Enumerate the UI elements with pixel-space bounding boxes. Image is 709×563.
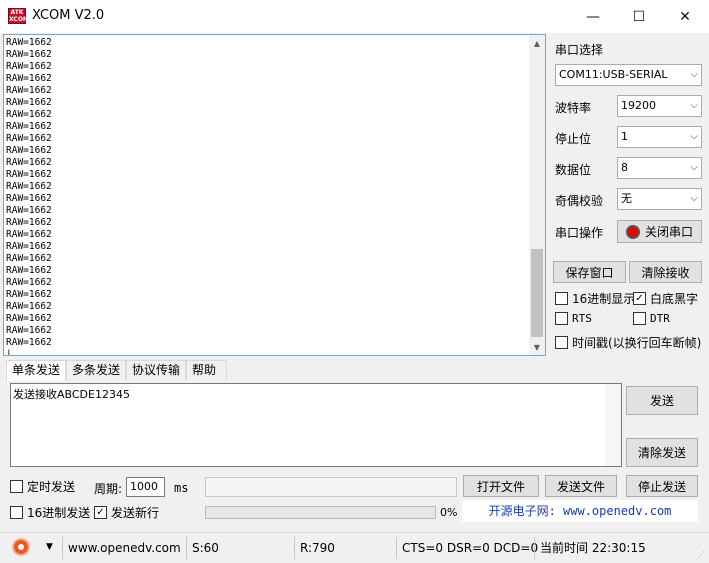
close-window-button[interactable]: ✕: [662, 0, 708, 33]
checkbox-box[interactable]: [10, 506, 23, 519]
rts-label: RTS: [572, 312, 592, 325]
scroll-up-arrow-icon[interactable]: ▲: [529, 35, 545, 51]
resize-grip-icon[interactable]: ⋰: [697, 550, 705, 559]
title-bar: ATK XCOM XCOM V2.0 — ☐ ✕: [0, 0, 709, 33]
hex-display-label: 16进制显示: [572, 292, 636, 306]
tab-protocol[interactable]: 协议传输: [126, 360, 187, 380]
send-newline-label: 发送新行: [111, 506, 160, 520]
status-modem-lines: CTS=0 DSR=0 DCD=0: [396, 537, 538, 559]
send-tabs: 单条发送 多条发送 协议传输 帮助: [6, 360, 228, 381]
stop-send-button[interactable]: 停止发送: [626, 475, 698, 497]
status-website[interactable]: www.openedv.com: [62, 537, 181, 559]
period-input[interactable]: 1000: [126, 477, 165, 497]
checkbox-box[interactable]: [633, 312, 646, 325]
checkbox-box[interactable]: [555, 292, 568, 305]
send-progress-bar: [205, 506, 436, 519]
clear-receive-button[interactable]: 清除接收: [629, 261, 702, 283]
checkmark-icon[interactable]: ✓: [633, 292, 646, 305]
checkbox-box[interactable]: [555, 312, 568, 325]
stop-bits-label: 停止位: [555, 132, 592, 146]
send-scrollbar[interactable]: [605, 384, 621, 466]
timed-send-checkbox[interactable]: 定时发送: [10, 478, 75, 495]
website-banner[interactable]: 开源电子网: www.openedv.com: [462, 500, 698, 522]
hex-display-checkbox[interactable]: 16进制显示: [555, 290, 635, 307]
red-indicator-icon: [625, 224, 640, 239]
save-window-button[interactable]: 保存窗口: [553, 261, 626, 283]
scroll-down-arrow-icon[interactable]: ▼: [529, 339, 545, 355]
maximize-button[interactable]: ☐: [616, 0, 662, 33]
timestamp-label: 时间戳(以换行回车断帧): [572, 336, 702, 350]
receive-text-area[interactable]: RAW=1662 RAW=1662 RAW=1662 RAW=1662 RAW=…: [3, 34, 546, 356]
scrollbar-thumb[interactable]: [531, 249, 543, 337]
rts-checkbox[interactable]: RTS: [555, 312, 592, 325]
status-received-count: R:790: [294, 537, 335, 559]
send-text-area[interactable]: 发送接收ABCDE12345: [10, 383, 622, 467]
checkmark-icon[interactable]: ✓: [94, 506, 107, 519]
port-operation-label: 串口操作: [555, 226, 604, 240]
tab-multi-send[interactable]: 多条发送: [66, 360, 127, 380]
chevron-down-icon: ⌵: [690, 193, 698, 204]
baud-rate-value: 19200: [621, 99, 656, 112]
chevron-down-icon: ⌵: [690, 162, 698, 173]
status-current-time: 当前时间 22:30:15: [534, 537, 646, 559]
dtr-label: DTR: [650, 312, 670, 325]
chevron-down-icon: ⌵: [690, 69, 698, 80]
white-bg-label: 白底黑字: [650, 292, 699, 306]
status-bar: ▼ www.openedv.com S:60 R:790 CTS=0 DSR=0…: [0, 532, 709, 563]
hex-send-checkbox[interactable]: 16进制发送: [10, 504, 90, 521]
data-bits-select[interactable]: 8 ⌵: [617, 157, 702, 179]
parity-select[interactable]: 无 ⌵: [617, 188, 702, 210]
chevron-down-icon: ⌵: [690, 100, 698, 111]
port-select-label: 串口选择: [555, 43, 604, 57]
port-select-value: COM11:USB-SERIAL: [559, 68, 668, 81]
send-text: 发送接收ABCDE12345: [13, 388, 130, 401]
receive-text: RAW=1662 RAW=1662 RAW=1662 RAW=1662 RAW=…: [6, 37, 52, 356]
dtr-checkbox[interactable]: DTR: [633, 312, 670, 325]
tab-single-send[interactable]: 单条发送: [6, 360, 67, 381]
timestamp-checkbox[interactable]: 时间戳(以换行回车断帧): [555, 334, 701, 351]
data-bits-value: 8: [621, 161, 628, 174]
checkbox-box[interactable]: [10, 480, 23, 493]
close-port-label: 关闭串口: [644, 225, 693, 239]
checkbox-box[interactable]: [555, 336, 568, 349]
send-button[interactable]: 发送: [626, 386, 698, 415]
file-path-input[interactable]: [205, 477, 457, 497]
chevron-down-icon[interactable]: ▼: [46, 542, 53, 552]
window-title: XCOM V2.0: [32, 8, 105, 23]
stop-bits-value: 1: [621, 130, 628, 143]
timed-send-label: 定时发送: [27, 480, 76, 494]
parity-label: 奇偶校验: [555, 194, 604, 208]
data-bits-label: 数据位: [555, 163, 592, 177]
minimize-button[interactable]: —: [570, 0, 616, 33]
period-unit-label: ms: [174, 481, 189, 495]
baud-rate-label: 波特率: [555, 101, 592, 115]
open-file-button[interactable]: 打开文件: [463, 475, 539, 497]
send-file-button[interactable]: 发送文件: [545, 475, 617, 497]
send-newline-checkbox[interactable]: ✓ 发送新行: [94, 504, 159, 521]
status-sent-count: S:60: [186, 537, 219, 559]
stop-bits-select[interactable]: 1 ⌵: [617, 126, 702, 148]
close-port-button[interactable]: 关闭串口: [617, 220, 702, 243]
baud-rate-select[interactable]: 19200 ⌵: [617, 95, 702, 117]
port-select[interactable]: COM11:USB-SERIAL ⌵: [555, 64, 702, 86]
period-label: 周期:: [94, 482, 123, 496]
clear-send-button[interactable]: 清除发送: [626, 438, 698, 467]
chevron-down-icon: ⌵: [690, 131, 698, 142]
record-icon[interactable]: [12, 538, 30, 556]
tab-help[interactable]: 帮助: [186, 360, 228, 380]
receive-scrollbar[interactable]: ▲ ▼: [529, 35, 545, 355]
hex-send-label: 16进制发送: [27, 506, 91, 520]
white-bg-checkbox[interactable]: ✓ 白底黑字: [633, 290, 698, 307]
progress-percent: 0%: [440, 506, 458, 519]
app-logo-icon: ATK XCOM: [8, 8, 29, 24]
parity-value: 无: [621, 192, 632, 205]
